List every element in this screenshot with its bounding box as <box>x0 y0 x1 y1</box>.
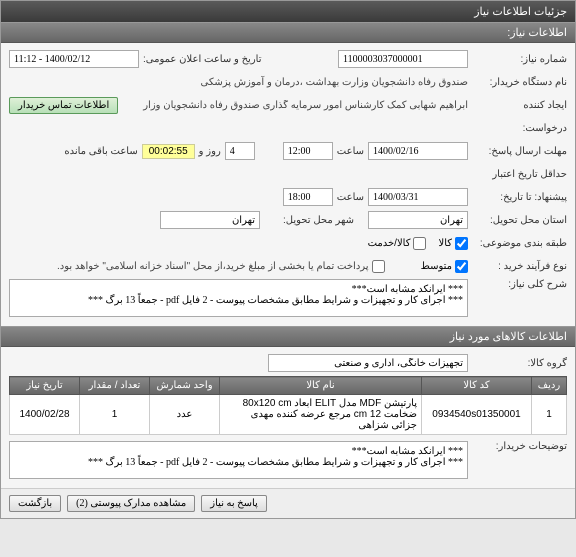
service-checkbox-label: کالا/خدمت <box>368 238 411 249</box>
overall-desc-textarea[interactable] <box>9 279 468 317</box>
need-number-field[interactable] <box>338 50 468 68</box>
time-left-box: 00:02:55 <box>142 144 195 159</box>
cell-name: پارتیشن MDF مدل ELIT ابعاد 80x120 cm ضخا… <box>220 395 422 435</box>
label-buyer-desc: توضیحات خریدار: <box>472 441 567 452</box>
main-window: جزئیات اطلاعات نیاز اطلاعات نیاز: شماره … <box>0 0 576 519</box>
form-need-info: شماره نیاز: تاریخ و ساعت اعلان عمومی: نا… <box>1 43 575 326</box>
back-button[interactable]: بازگشت <box>9 495 61 512</box>
city-field[interactable] <box>160 211 260 229</box>
th-qty: تعداد / مقدار <box>80 377 150 395</box>
medium-checkbox-wrap[interactable]: متوسط <box>421 260 468 273</box>
service-checkbox[interactable] <box>413 237 426 250</box>
creator-value: ابراهیم شهابی کمک کارشناس امور سرمایه گذ… <box>122 100 468 111</box>
label-creator: ایجاد کننده <box>472 100 567 111</box>
table-row[interactable]: 1 0934540s01350001 پارتیشن MDF مدل ELIT … <box>10 395 567 435</box>
cell-code: 0934540s01350001 <box>422 395 532 435</box>
label-commodity-class: طبقه بندی موضوعی: <box>472 238 567 249</box>
goods-checkbox[interactable] <box>455 237 468 250</box>
cell-unit: عدد <box>150 395 220 435</box>
section-goods-info: اطلاعات کالاهای مورد نیاز <box>1 326 575 347</box>
table-header-row: ردیف کد کالا نام کالا واحد شمارش تعداد /… <box>10 377 567 395</box>
label-hour-1: ساعت <box>337 146 364 157</box>
validity-hour-field[interactable] <box>283 188 333 206</box>
label-public-date: تاریخ و ساعت اعلان عمومی: <box>143 54 262 65</box>
cell-qty: 1 <box>80 395 150 435</box>
goods-checkbox-label: کالا <box>438 238 452 249</box>
medium-checkbox[interactable] <box>455 260 468 273</box>
province-field[interactable] <box>368 211 468 229</box>
label-day: روز و <box>199 146 221 157</box>
reply-hour-field[interactable] <box>283 142 333 160</box>
footer-buttons: پاسخ به نیاز مشاهده مدارک پیوستی (2) باز… <box>1 488 575 518</box>
attachments-button[interactable]: مشاهده مدارک پیوستی (2) <box>67 495 195 512</box>
th-unit: واحد شمارش <box>150 377 220 395</box>
label-request: درخواست: <box>472 123 567 134</box>
label-reply-deadline: مهلت ارسال پاسخ: <box>472 146 567 157</box>
contact-info-button[interactable]: اطلاعات تماس خریدار <box>9 97 118 114</box>
label-province: استان محل تحویل: <box>472 215 567 226</box>
reply-button[interactable]: پاسخ به نیاز <box>201 495 267 512</box>
buyer-desc-textarea[interactable] <box>9 441 468 479</box>
buyer-org-value: صندوق رفاه دانشجویان وزارت بهداشت ،درمان… <box>201 77 468 88</box>
th-code: کد کالا <box>422 377 532 395</box>
label-buyer-org: نام دستگاه خریدار: <box>472 77 567 88</box>
label-need-number: شماره نیاز: <box>472 54 567 65</box>
th-date: تاریخ نیاز <box>10 377 80 395</box>
label-buy-process: نوع فرآیند خرید : <box>472 261 567 272</box>
service-checkbox-wrap[interactable]: کالا/خدمت <box>368 237 427 250</box>
window-title: جزئیات اطلاعات نیاز <box>474 6 567 18</box>
section-need-info: اطلاعات نیاز: <box>1 22 575 43</box>
goods-table: ردیف کد کالا نام کالا واحد شمارش تعداد /… <box>9 376 567 435</box>
label-hour-2: ساعت <box>337 192 364 203</box>
cell-row: 1 <box>532 395 567 435</box>
days-left-field[interactable] <box>225 142 255 160</box>
label-overall-desc: شرح کلی نیاز: <box>472 279 567 290</box>
validity-date-field[interactable] <box>368 188 468 206</box>
th-row: ردیف <box>532 377 567 395</box>
label-city: شهر محل تحویل: <box>264 215 354 226</box>
label-min-validity: حداقل تاریخ اعتبار <box>472 169 567 180</box>
reply-date-field[interactable] <box>368 142 468 160</box>
label-offer-until: پیشنهاد: تا تاریخ: <box>472 192 567 203</box>
window-title-bar: جزئیات اطلاعات نیاز <box>1 1 575 22</box>
cell-date: 1400/02/28 <box>10 395 80 435</box>
th-name: نام کالا <box>220 377 422 395</box>
public-date-field[interactable] <box>9 50 139 68</box>
partial-pay-wrap[interactable]: پرداخت تمام یا بخشی از مبلغ خرید،از محل … <box>57 260 385 273</box>
partial-pay-label: پرداخت تمام یا بخشی از مبلغ خرید،از محل … <box>57 261 369 272</box>
goods-group-field[interactable] <box>268 354 468 372</box>
goods-checkbox-wrap[interactable]: کالا <box>438 237 468 250</box>
medium-checkbox-label: متوسط <box>421 261 452 272</box>
label-remaining: ساعت باقی مانده <box>64 146 137 157</box>
partial-pay-checkbox[interactable] <box>372 260 385 273</box>
label-goods-group: گروه کالا: <box>472 358 567 369</box>
form-goods: گروه کالا: ردیف کد کالا نام کالا واحد شم… <box>1 347 575 488</box>
